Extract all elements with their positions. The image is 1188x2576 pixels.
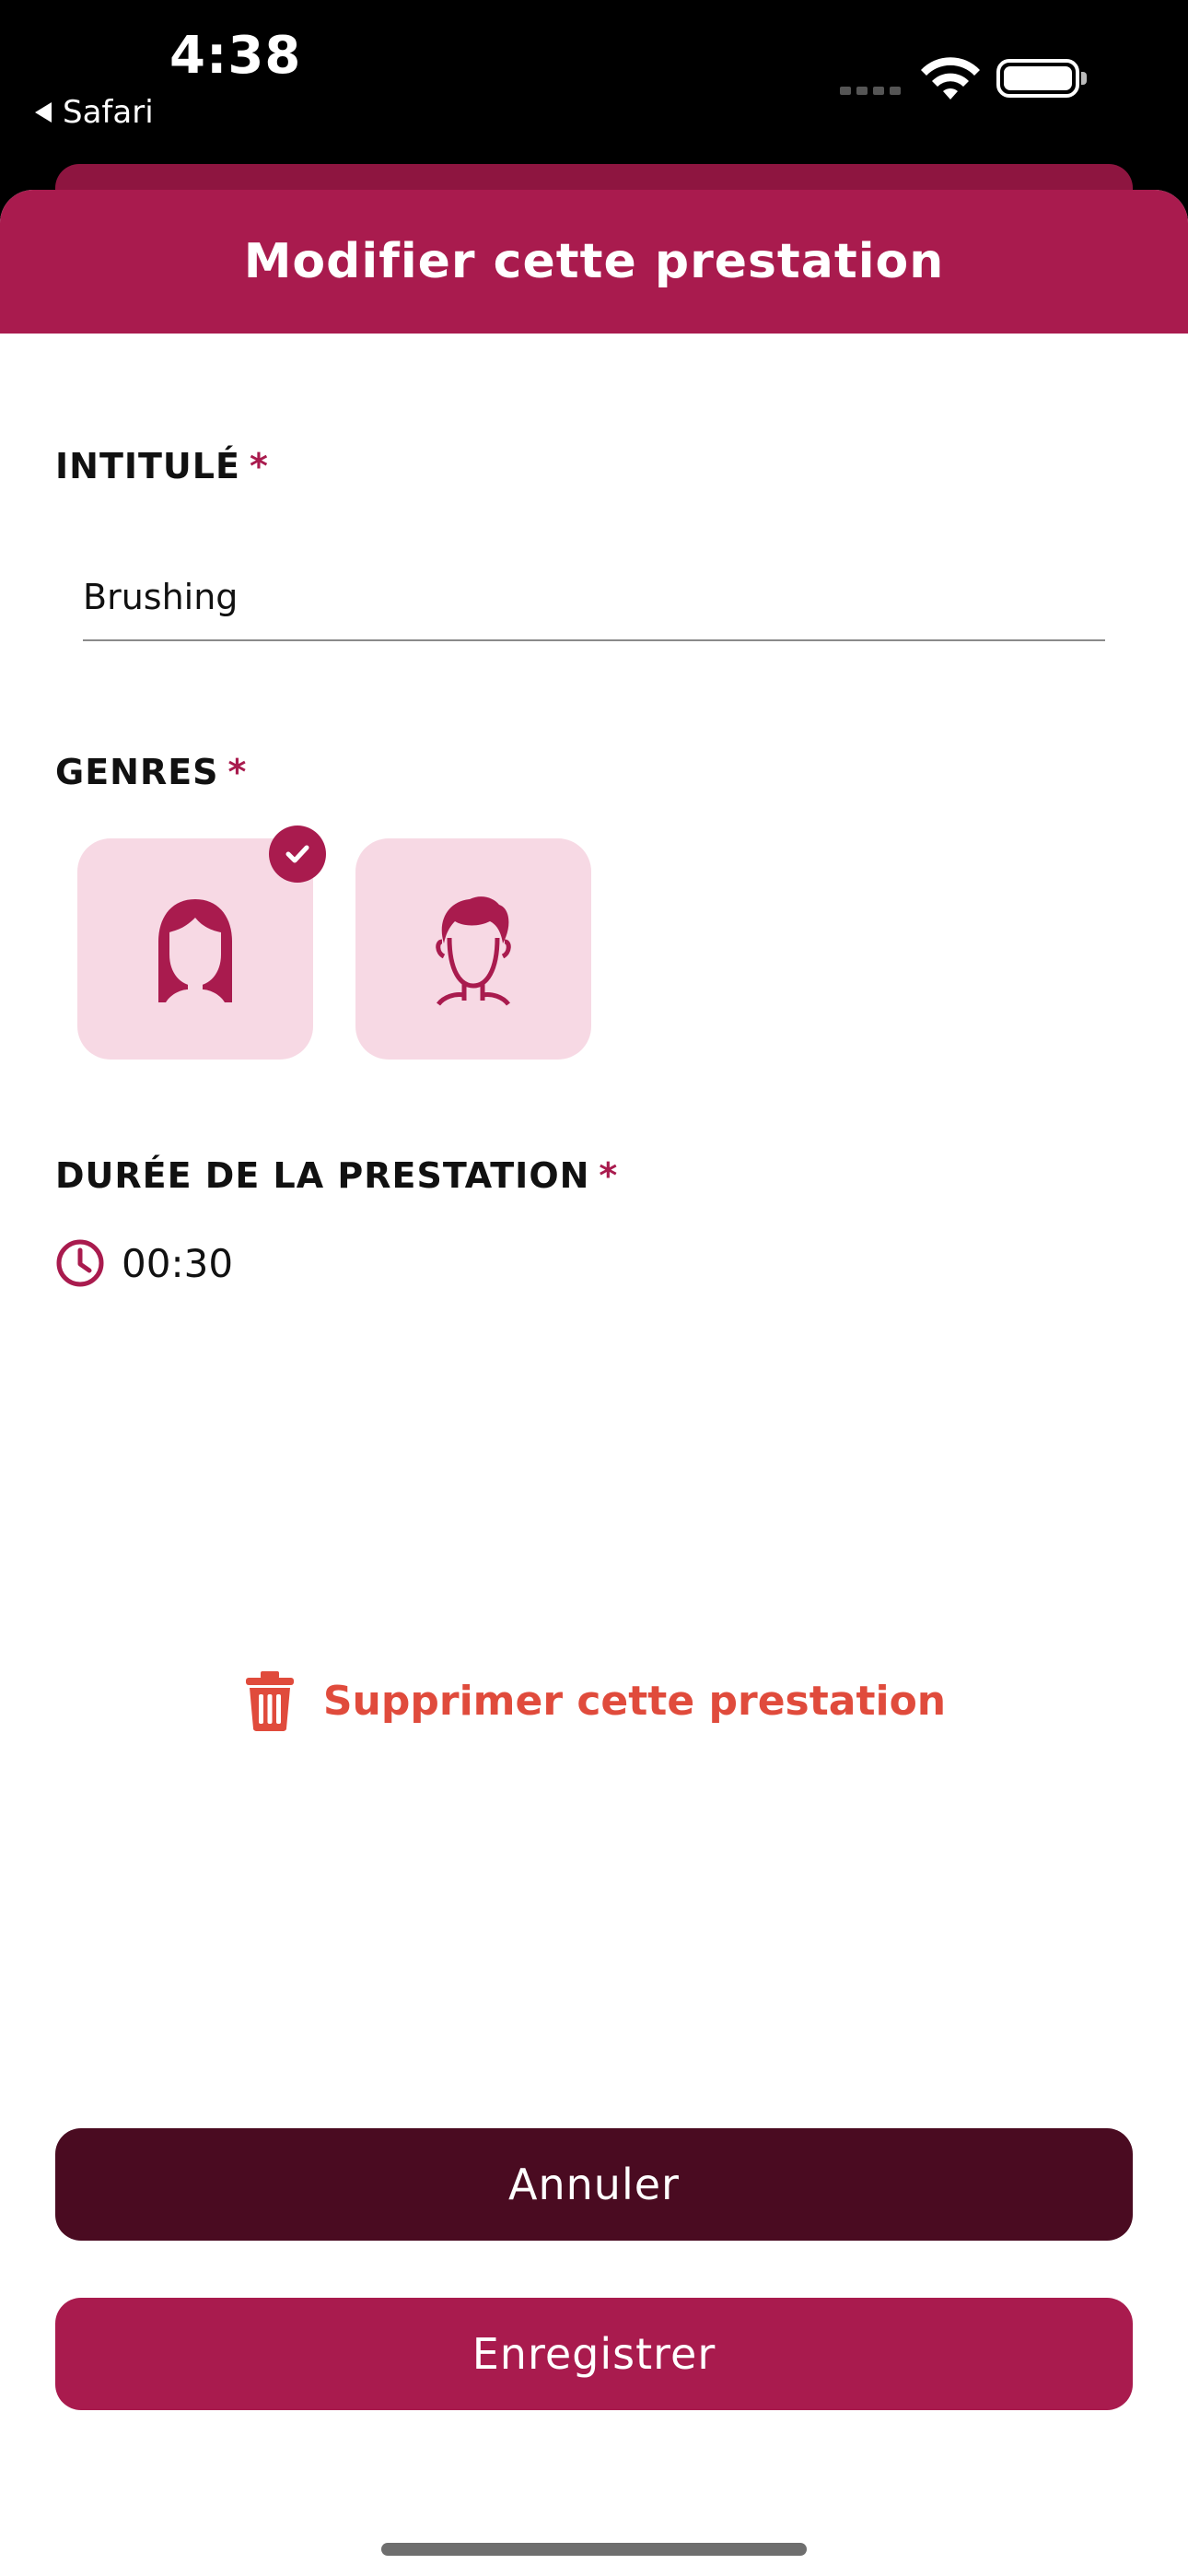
title-field-label: INTITULÉ * xyxy=(55,446,269,486)
genres-label: GENRES * xyxy=(55,752,248,792)
home-indicator[interactable] xyxy=(381,2543,807,2556)
cellular-signal-icon xyxy=(840,87,901,95)
cancel-button[interactable]: Annuler xyxy=(55,2128,1133,2241)
save-button[interactable]: Enregistrer xyxy=(55,2298,1133,2410)
duration-label: DURÉE DE LA PRESTATION * xyxy=(55,1155,619,1196)
selected-check-icon xyxy=(269,825,326,883)
duration-value: 00:30 xyxy=(122,1240,234,1286)
back-arrow-icon xyxy=(35,102,52,123)
required-mark: * xyxy=(227,752,248,792)
clock-icon xyxy=(56,1239,104,1287)
status-bar: 4:38 Safari xyxy=(0,0,1188,164)
duration-picker[interactable]: 00:30 xyxy=(55,1238,233,1288)
edit-service-sheet: Modifier cette prestation INTITULÉ* GENR… xyxy=(0,190,1188,2576)
status-time: 4:38 xyxy=(169,26,302,86)
delete-label: Supprimer cette prestation xyxy=(322,1677,947,1725)
wifi-icon xyxy=(921,57,980,100)
required-mark: * xyxy=(599,1155,619,1196)
back-app-label: Safari xyxy=(63,94,154,131)
genre-option-man[interactable] xyxy=(355,838,591,1060)
woman-icon xyxy=(158,899,232,1002)
back-to-safari-link[interactable]: Safari xyxy=(35,94,154,131)
sheet-title: Modifier cette prestation xyxy=(0,190,1188,334)
battery-icon xyxy=(996,59,1087,98)
required-mark: * xyxy=(249,446,269,486)
man-icon xyxy=(436,896,511,1006)
delete-service-button[interactable]: Supprimer cette prestation xyxy=(0,1669,1188,1732)
title-input[interactable] xyxy=(83,555,1105,641)
trash-icon xyxy=(245,1671,294,1731)
